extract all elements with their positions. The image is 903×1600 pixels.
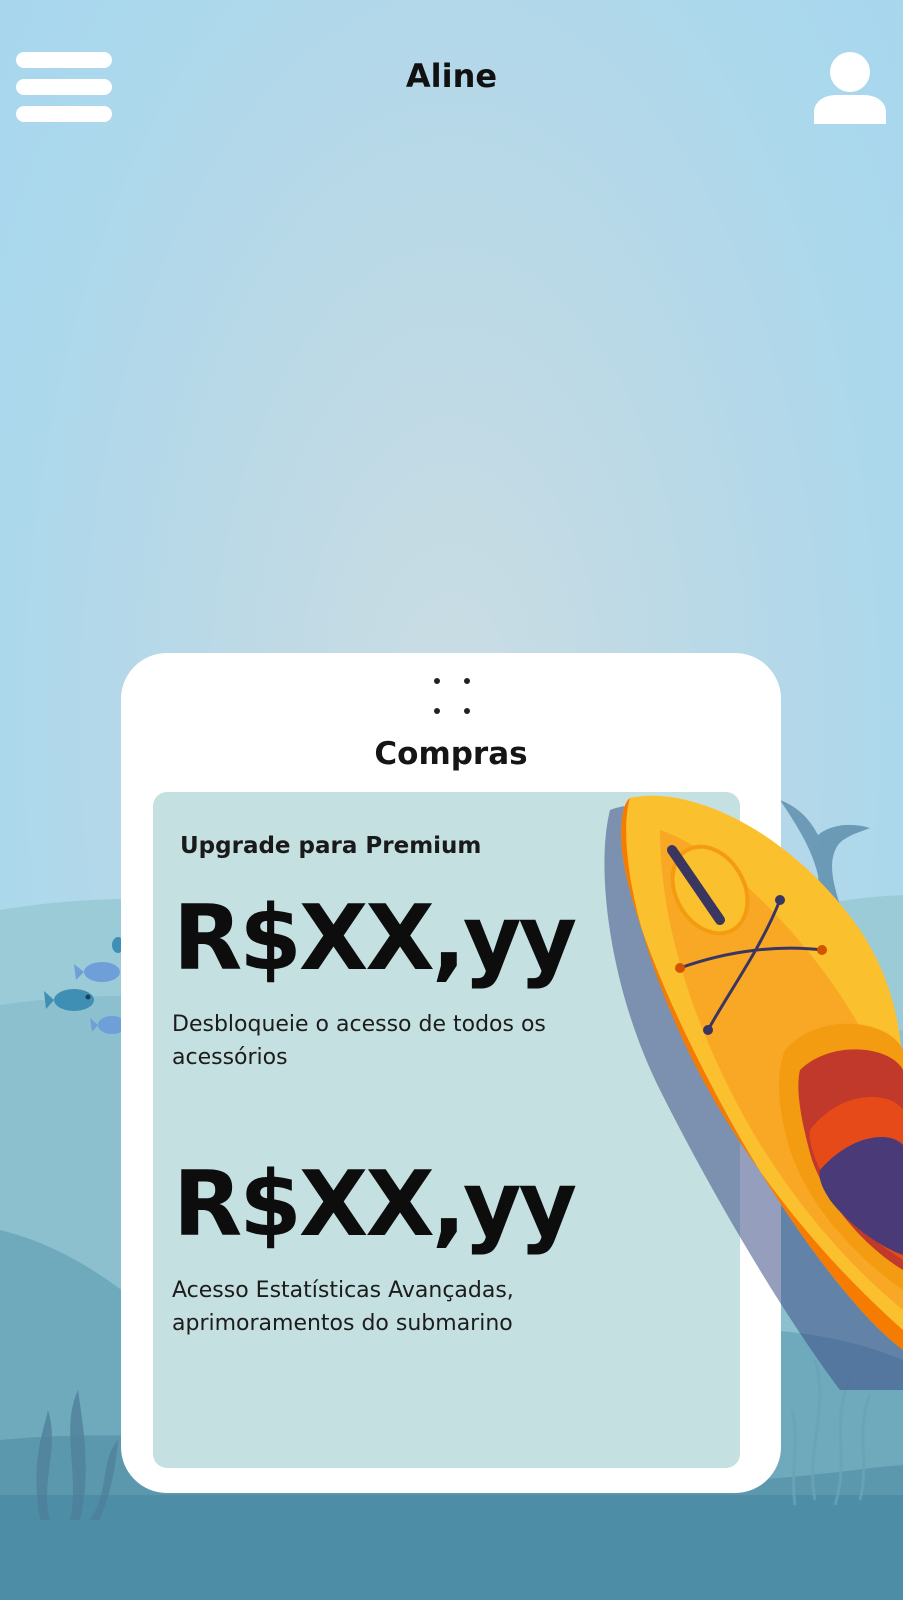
user-profile-icon [814, 52, 886, 124]
purchase-screen: Aline Compras Upgrade para Premium R$XX,… [0, 0, 903, 1600]
page-title: Aline [405, 57, 498, 95]
profile-button[interactable] [812, 50, 888, 126]
menu-bar [16, 106, 112, 122]
offer-description-accessories: Desbloqueie o acesso de todos os acessór… [172, 1012, 546, 1070]
drag-handle[interactable] [417, 669, 487, 717]
offer-description-statistics: Acesso Estatísticas Avançadas, aprimoram… [172, 1278, 514, 1336]
upgrade-title: Upgrade para Premium [180, 833, 482, 859]
offer-price-statistics[interactable]: R$XX,yy [173, 1160, 577, 1250]
kayak-illustration [604, 795, 903, 1390]
card-title: Compras [374, 736, 528, 772]
offer-price-accessories[interactable]: R$XX,yy [173, 894, 577, 984]
drag-handle-dots-icon [434, 678, 470, 714]
sea-floor-deep [0, 1495, 903, 1600]
